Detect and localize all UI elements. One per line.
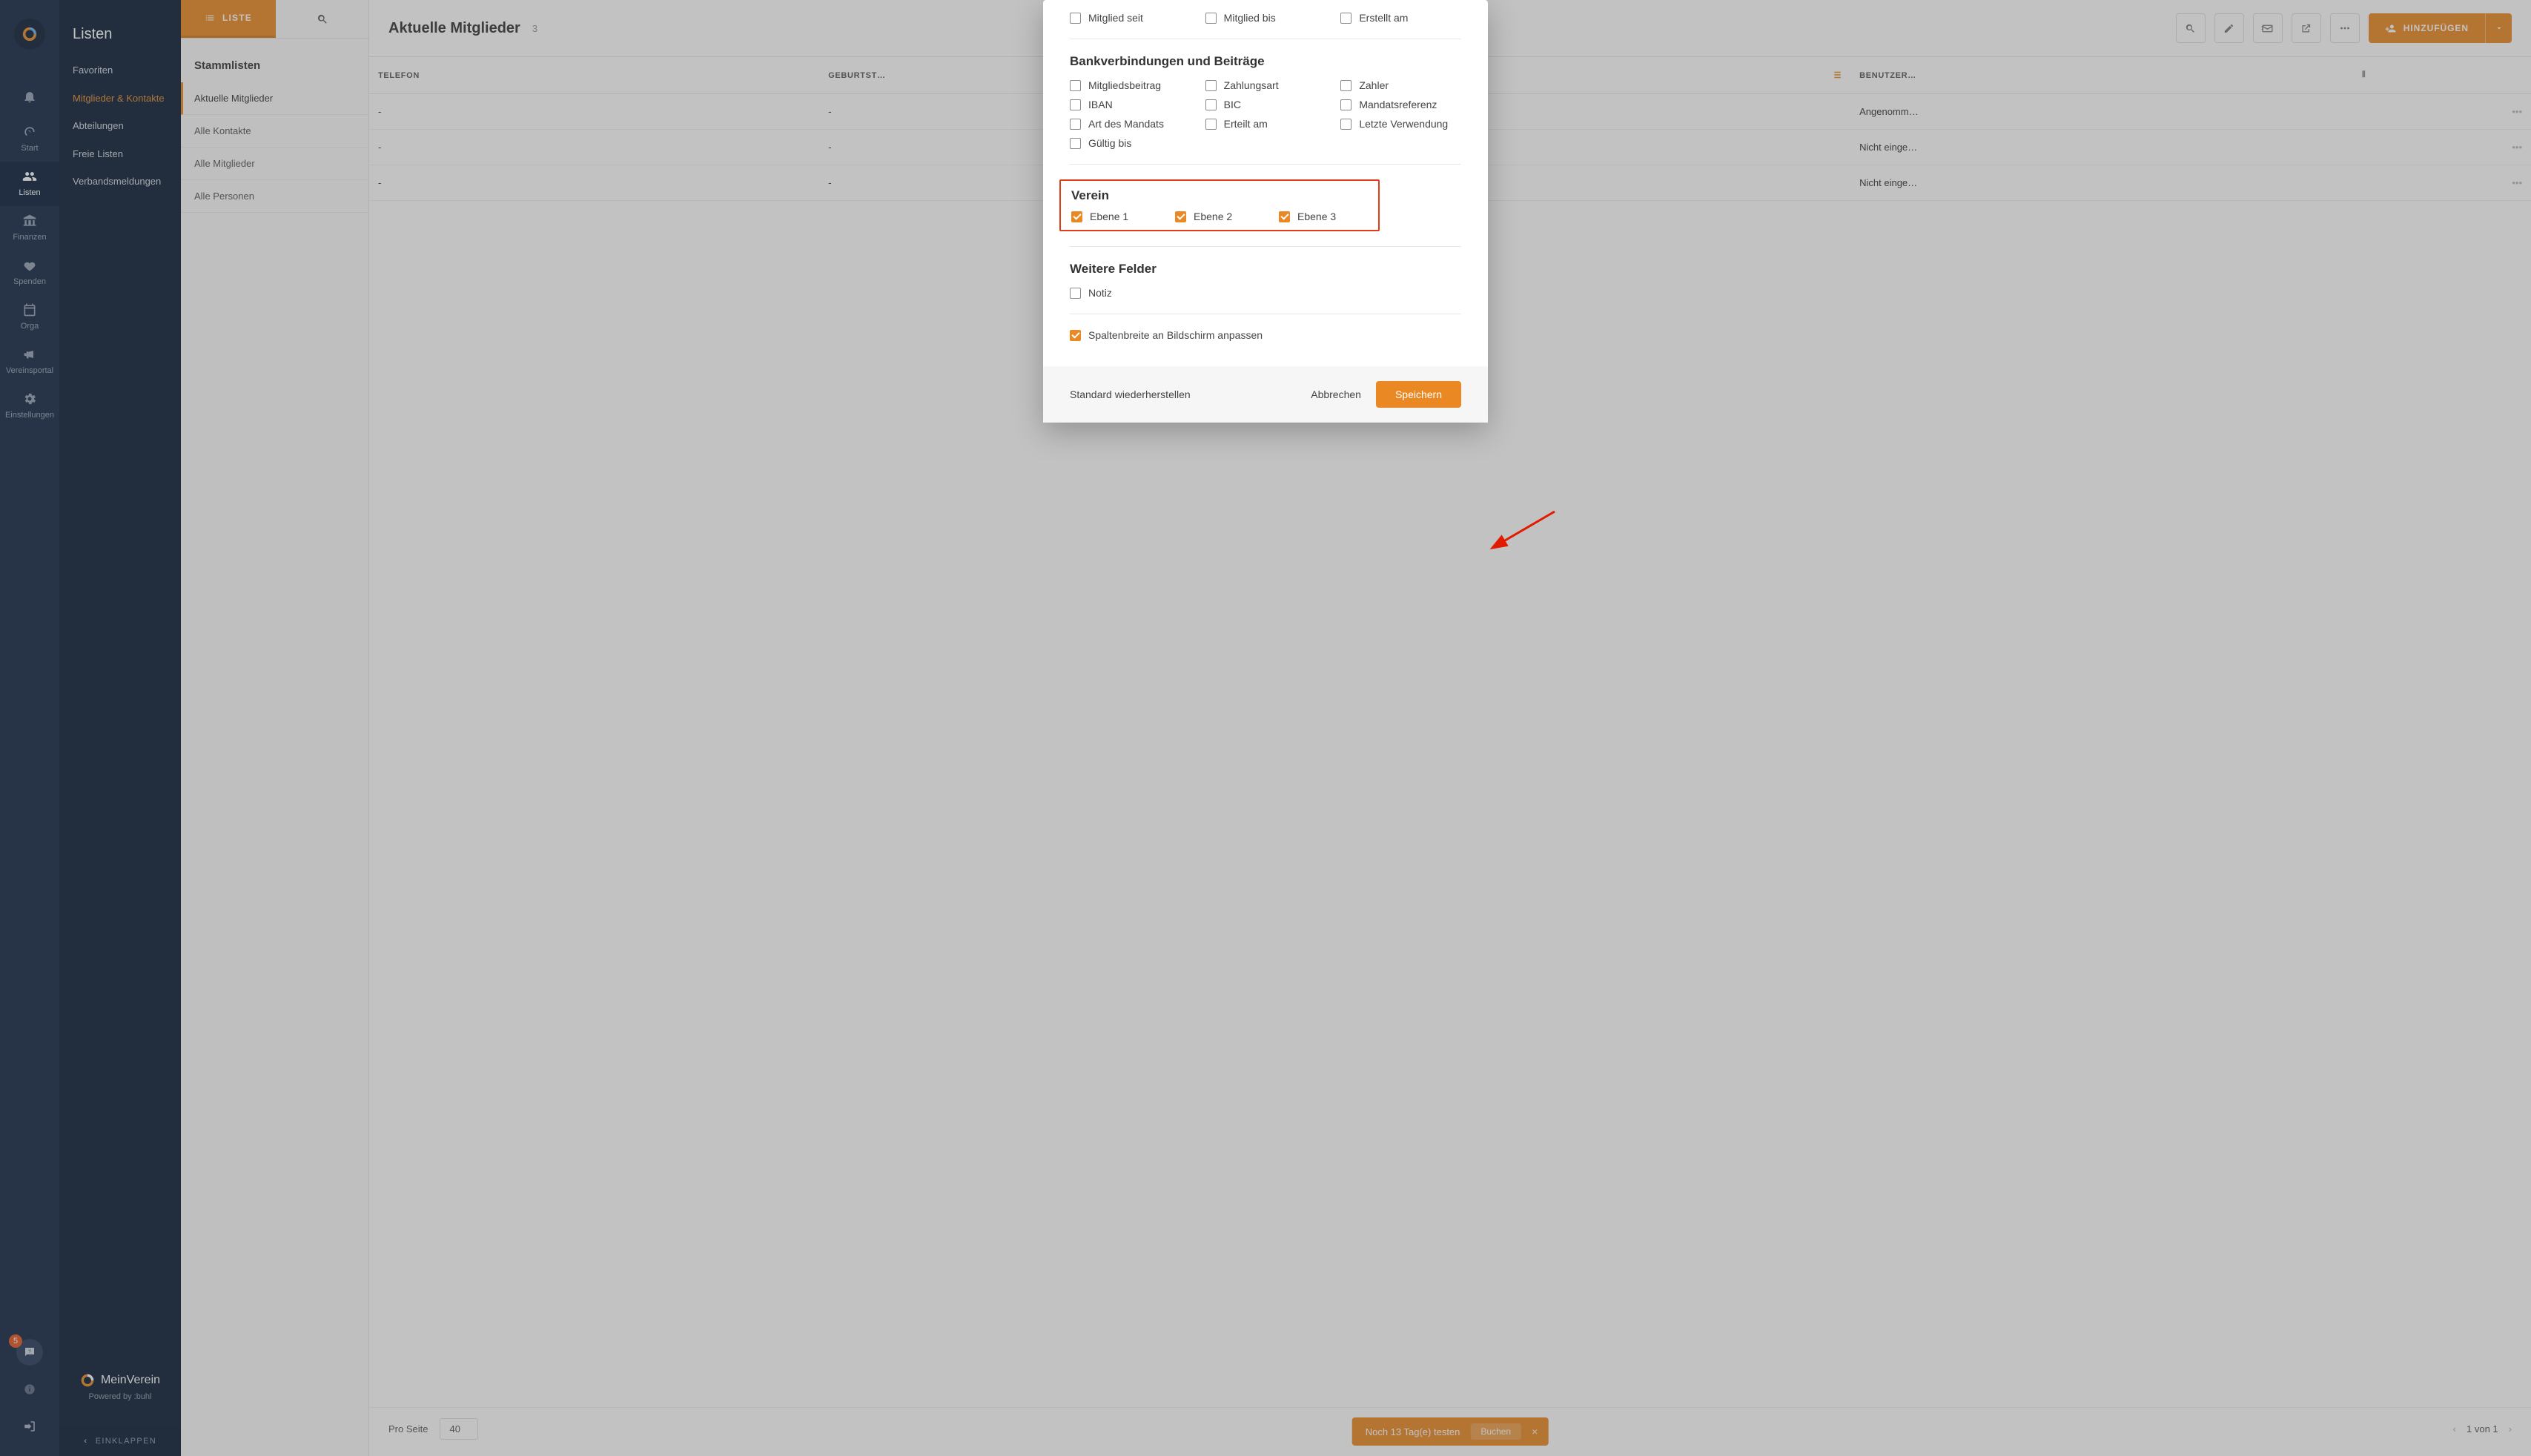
section-verein-title: Verein [1071, 188, 1368, 203]
cb-bank-2-2[interactable]: Letzte Verwendung [1340, 118, 1461, 130]
cb-bank-1-2[interactable]: Mandatsreferenz [1340, 99, 1461, 110]
checkbox-icon [1279, 211, 1290, 222]
checkbox-label: Zahler [1359, 79, 1389, 91]
main-panel: Aktuelle Mitglieder 3 HINZUFÜGEN [369, 0, 2531, 1456]
checkbox-label: Mitglied bis [1224, 12, 1276, 24]
checkbox-icon [1205, 80, 1217, 91]
checkbox-label: Art des Mandats [1088, 118, 1164, 130]
checkbox-label: Mitglied seit [1088, 12, 1143, 24]
checkbox-icon [1070, 13, 1081, 24]
checkbox-icon [1070, 119, 1081, 130]
checkbox-icon [1071, 211, 1082, 222]
checkbox-label: Ebene 3 [1297, 211, 1336, 222]
checkbox-label: Erteilt am [1224, 118, 1268, 130]
checkbox-icon [1205, 99, 1217, 110]
checkbox-icon [1340, 99, 1351, 110]
cb-verein-0[interactable]: Ebene 1 [1071, 211, 1160, 222]
checkbox-label: Mitgliedsbeitrag [1088, 79, 1161, 91]
cb-verein-2[interactable]: Ebene 3 [1279, 211, 1368, 222]
cb-bank-3-0[interactable]: Gültig bis [1070, 137, 1191, 149]
checkbox-icon [1340, 80, 1351, 91]
modal-footer: Standard wiederherstellen Abbrechen Spei… [1043, 366, 1488, 423]
cb-weitere-0[interactable]: Notiz [1070, 287, 1191, 299]
checkbox-icon [1070, 99, 1081, 110]
cancel-button[interactable]: Abbrechen [1311, 388, 1361, 400]
save-button[interactable]: Speichern [1376, 381, 1461, 408]
section-bank-title: Bankverbindungen und Beiträge [1070, 54, 1461, 69]
checkbox-label: BIC [1224, 99, 1241, 110]
reset-default-link[interactable]: Standard wiederherstellen [1070, 388, 1191, 400]
checkbox-label: Letzte Verwendung [1359, 118, 1448, 130]
cb-bank-2-1[interactable]: Erteilt am [1205, 118, 1326, 130]
checkbox-icon [1070, 288, 1081, 299]
checkbox-icon [1070, 80, 1081, 91]
cb-verein-1[interactable]: Ebene 2 [1175, 211, 1264, 222]
cb-bank-1-0[interactable]: IBAN [1070, 99, 1191, 110]
checkbox-label: Gültig bis [1088, 137, 1131, 149]
checkbox-icon [1070, 330, 1081, 341]
checkbox-label: Mandatsreferenz [1359, 99, 1437, 110]
cb-bank-1-1[interactable]: BIC [1205, 99, 1326, 110]
cb-bank-2-0[interactable]: Art des Mandats [1070, 118, 1191, 130]
checkbox-icon [1175, 211, 1186, 222]
checkbox-label: Spaltenbreite an Bildschirm anpassen [1088, 329, 1263, 341]
section-weitere-title: Weitere Felder [1070, 262, 1461, 277]
cb-top-0[interactable]: Mitglied seit [1070, 12, 1191, 24]
annotation-arrow [1495, 507, 1562, 552]
checkbox-label: IBAN [1088, 99, 1113, 110]
checkbox-label: Notiz [1088, 287, 1112, 299]
modal-scrim[interactable]: Mitglied seit Mitglied bis Erstellt am Ban… [0, 0, 2531, 1456]
checkbox-label: Zahlungsart [1224, 79, 1279, 91]
checkbox-icon [1340, 119, 1351, 130]
checkbox-icon [1205, 119, 1217, 130]
cb-autofit[interactable]: Spaltenbreite an Bildschirm anpassen [1070, 329, 1461, 341]
section-verein-highlight: Verein Ebene 1 Ebene 2 Ebene 3 [1059, 179, 1380, 231]
cb-bank-0-0[interactable]: Mitgliedsbeitrag [1070, 79, 1191, 91]
checkbox-icon [1205, 13, 1217, 24]
checkbox-label: Ebene 2 [1194, 211, 1232, 222]
checkbox-icon [1340, 13, 1351, 24]
cb-top-2[interactable]: Erstellt am [1340, 12, 1461, 24]
cb-top-1[interactable]: Mitglied bis [1205, 12, 1326, 24]
checkbox-label: Ebene 1 [1090, 211, 1128, 222]
checkbox-label: Erstellt am [1359, 12, 1408, 24]
columns-modal: Mitglied seit Mitglied bis Erstellt am Ban… [1043, 0, 1488, 423]
cb-bank-0-2[interactable]: Zahler [1340, 79, 1461, 91]
cb-bank-0-1[interactable]: Zahlungsart [1205, 79, 1326, 91]
checkbox-icon [1070, 138, 1081, 149]
